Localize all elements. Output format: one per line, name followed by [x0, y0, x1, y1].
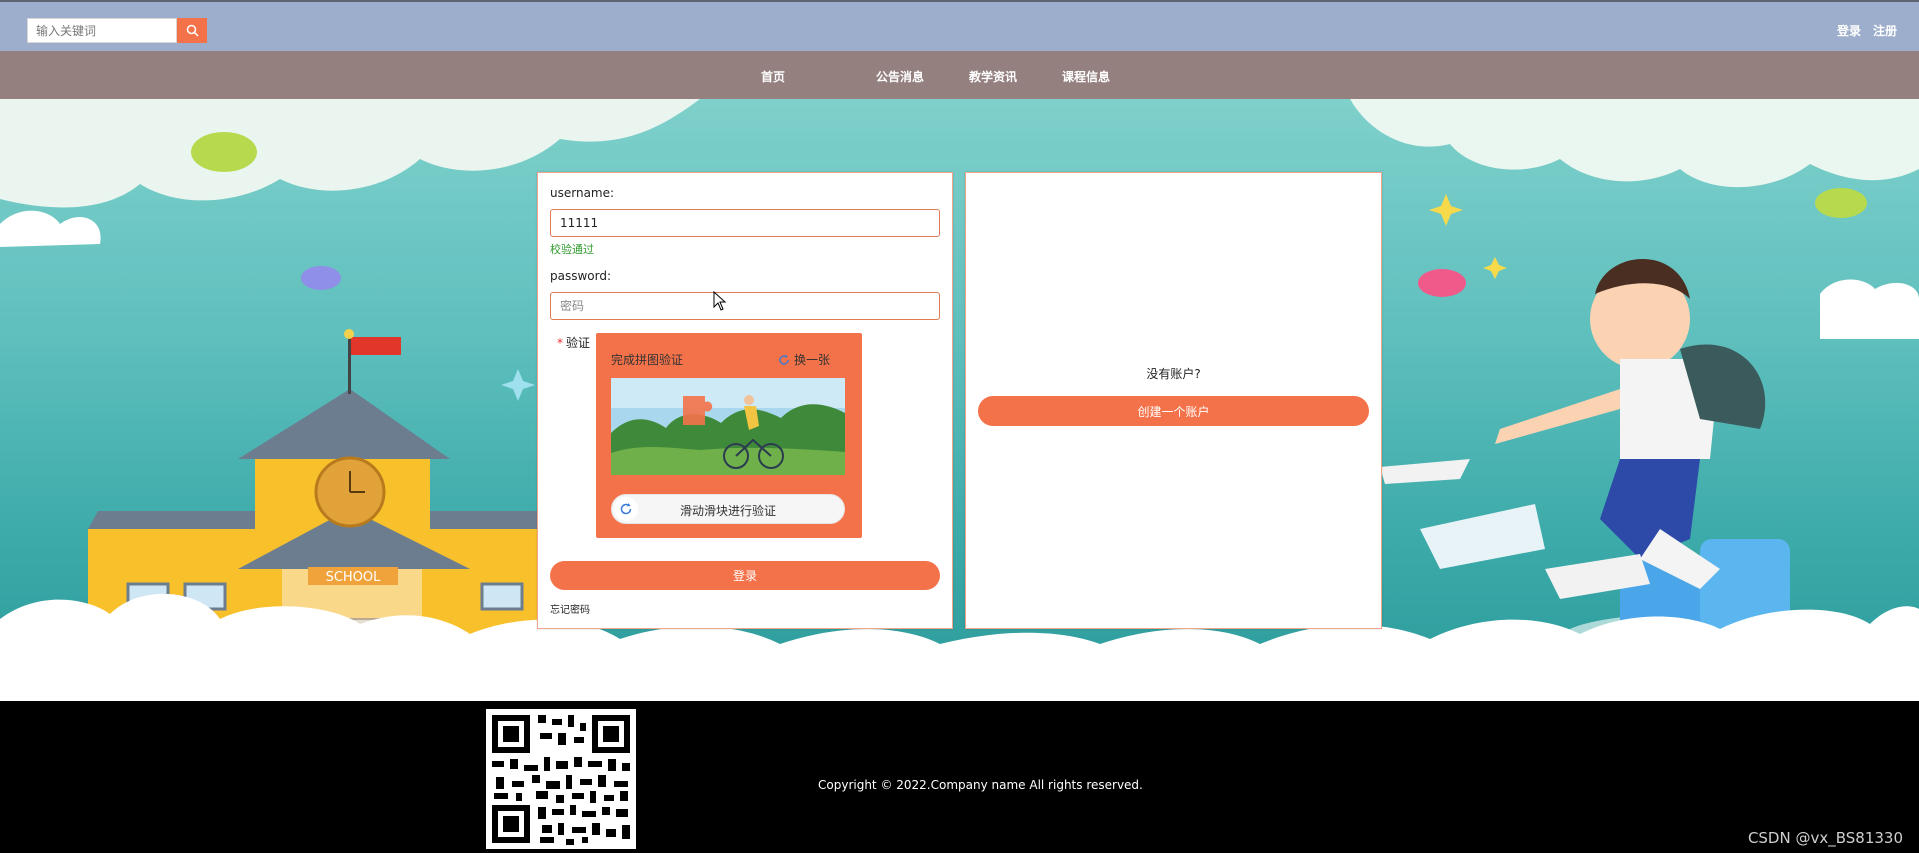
top-bar: 登录 注册 [0, 0, 1919, 51]
captcha-image [611, 378, 845, 475]
qr-code [486, 709, 636, 849]
register-link[interactable]: 注册 [1873, 22, 1897, 39]
nav-item-teaching-news[interactable]: 教学资讯 [969, 68, 1017, 85]
captcha-refresh-label: 换一张 [793, 353, 830, 367]
captcha-label: * 验证 [557, 334, 590, 351]
captcha-title: 完成拼图验证 [611, 353, 684, 367]
slider-hint: 滑动滑块进行验证 [679, 504, 776, 518]
search-button[interactable] [177, 18, 207, 43]
captcha-label-text: 验证 [566, 336, 591, 350]
mouse-cursor-icon [713, 291, 727, 311]
captcha-slider[interactable]: 滑动滑块进行验证 [611, 494, 845, 524]
main-nav: 首页 公告消息 教学资讯 课程信息 [0, 51, 1919, 99]
username-validation-status: 校验通过 [550, 243, 594, 256]
copyright-text: Copyright © 2022.Company name All rights… [818, 778, 1143, 792]
footer: Copyright © 2022.Company name All rights… [0, 701, 1919, 853]
account-links: 登录 注册 [1837, 22, 1897, 39]
refresh-icon [779, 354, 789, 365]
school-sign: SCHOOL [326, 570, 382, 585]
search-input[interactable] [27, 18, 177, 43]
password-label: password: [550, 269, 612, 283]
login-button[interactable]: 登录 [550, 561, 940, 590]
username-input[interactable] [550, 209, 940, 237]
nav-item-home[interactable]: 首页 [761, 68, 785, 85]
watermark: CSDN @vx_BS81330 [1747, 829, 1903, 847]
required-mark: * [557, 336, 563, 350]
puzzle-captcha: 完成拼图验证 换一张 滑动滑块进行验证 [596, 333, 862, 538]
create-account-button[interactable]: 创建一个账户 [978, 396, 1369, 426]
hero-banner: SCHOOL username: 校验通过 password: *验证 完成拼图… [0, 99, 1919, 701]
nav-item-courses[interactable]: 课程信息 [1062, 68, 1110, 85]
register-card: 没有账户? 创建一个账户 [965, 172, 1382, 629]
search-icon [186, 24, 199, 37]
hero-illustration: SCHOOL [0, 99, 1919, 701]
login-card: username: 校验通过 password: *验证 完成拼图验证 换一张 [537, 172, 953, 629]
nav-item-notices[interactable]: 公告消息 [876, 68, 924, 85]
password-input[interactable] [550, 292, 940, 320]
username-label: username: [550, 186, 615, 200]
login-link[interactable]: 登录 [1837, 22, 1861, 39]
no-account-prompt: 没有账户? [1146, 367, 1201, 381]
forgot-password-link[interactable]: 忘记密码 [550, 601, 590, 616]
captcha-refresh-button[interactable]: 换一张 [778, 351, 830, 368]
